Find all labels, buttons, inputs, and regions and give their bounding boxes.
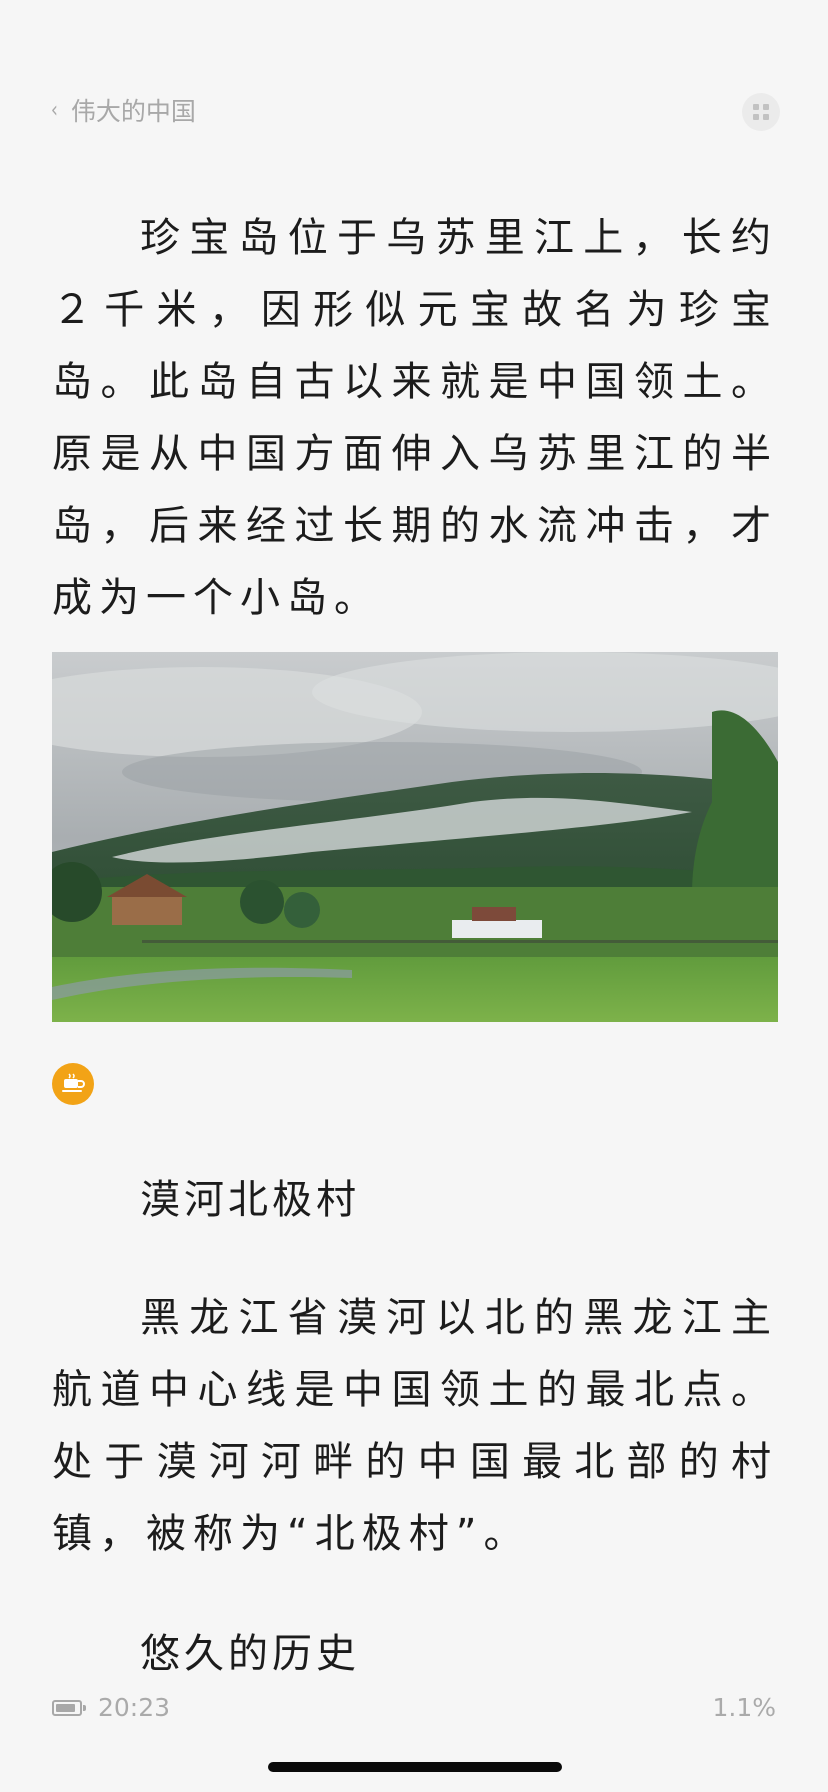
reading-progress: 1.1%	[712, 1693, 776, 1722]
paragraph: 黑龙江省漠河以北的黑龙江主航道中心线是中国领土的最北点。处于漠河河畔的中国最北部…	[52, 1295, 778, 1557]
coffee-cup-icon	[62, 1073, 85, 1092]
battery-level	[56, 1704, 75, 1712]
section-heading: 悠久的历史	[140, 1631, 360, 1677]
top-bar: ‹ 伟大的中国	[0, 88, 828, 136]
battery-nub	[83, 1705, 86, 1711]
section-heading: 漠河北极村	[140, 1177, 360, 1223]
landscape-photo	[52, 652, 778, 1022]
home-indicator[interactable]	[268, 1762, 562, 1772]
battery-icon	[52, 1700, 86, 1716]
clock-time: 20:23	[98, 1693, 171, 1722]
grid-icon	[753, 104, 769, 120]
chevron-left-icon: ‹	[50, 97, 58, 123]
reader-status-bar: 20:23 1.1%	[0, 1690, 828, 1730]
back-button[interactable]: ‹ 伟大的中国	[50, 92, 196, 128]
coffee-cup-button[interactable]	[52, 1063, 94, 1105]
paragraph: 珍宝岛位于乌苏里江上，长约２千米，因形似元宝故名为珍宝岛。此岛自古以来就是中国领…	[52, 215, 778, 621]
menu-button[interactable]	[742, 93, 780, 131]
book-title: 伟大的中国	[70, 97, 196, 126]
